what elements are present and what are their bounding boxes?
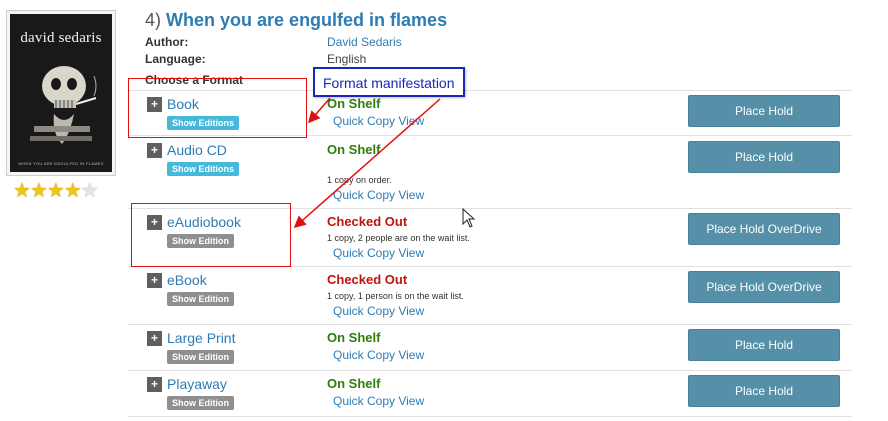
arrow-to-book	[308, 97, 331, 124]
arrow-to-eaudiobook	[293, 98, 441, 228]
annotation-arrows	[293, 97, 441, 228]
mouse-pointer-icon	[462, 208, 476, 228]
